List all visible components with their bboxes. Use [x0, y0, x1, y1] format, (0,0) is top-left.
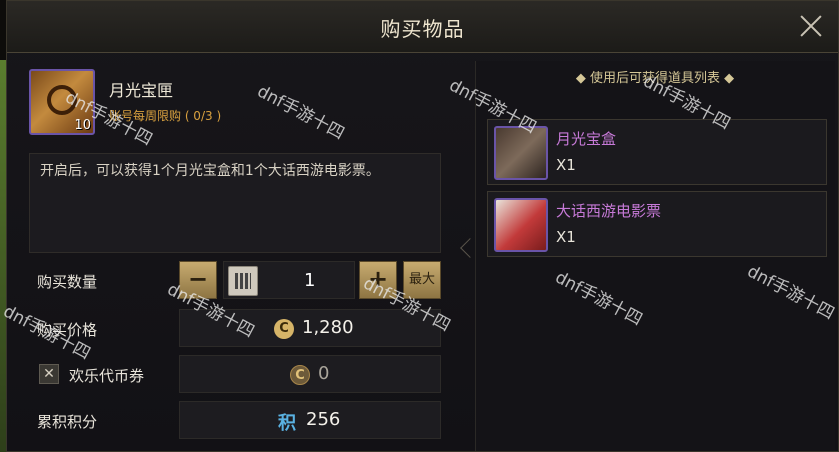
voucher-coin-icon: C — [290, 365, 310, 385]
increase-button[interactable]: + — [359, 261, 397, 299]
rewards-title: ◆ 使用后可获得道具列表 ◆ — [575, 71, 735, 86]
close-icon[interactable] — [798, 13, 824, 39]
voucher-row: ✕ 欢乐代币券 C 0 — [25, 355, 445, 393]
price-value: 1,280 — [302, 317, 354, 338]
movie-ticket-icon — [494, 198, 548, 252]
reward-qty: X1 — [556, 156, 576, 174]
points-label: 累积积分 — [37, 413, 98, 431]
dialog-title: 购买物品 — [380, 17, 465, 41]
points-value: 256 — [306, 409, 341, 430]
rewards-panel: ◆ 使用后可获得道具列表 ◆ 月光宝盒 X1 大话西游电影票 X1 — [475, 61, 835, 451]
voucher-checkbox[interactable]: ✕ — [39, 364, 59, 384]
points-icon: 积 — [278, 413, 296, 434]
quantity-input[interactable]: 1 — [223, 261, 355, 299]
voucher-value: 0 — [318, 363, 330, 384]
decrease-button[interactable]: − — [179, 261, 217, 299]
reward-qty: X1 — [556, 228, 576, 246]
coin-icon: C — [274, 319, 294, 339]
moonlight-box-icon: 10 — [29, 69, 95, 135]
item-count: 10 — [74, 118, 91, 133]
item-name: 月光宝匣 — [109, 81, 174, 100]
reward-item[interactable]: 大话西游电影票 X1 — [487, 191, 827, 257]
purchase-dialog: 购买物品 10 月光宝匣 账号每周限购 ( 0/3 ) 开启后，可以获得1个月光… — [6, 0, 839, 452]
reward-item[interactable]: 月光宝盒 X1 — [487, 119, 827, 185]
points-field: 积 256 — [179, 401, 441, 439]
item-panel: 10 月光宝匣 账号每周限购 ( 0/3 ) 开启后，可以获得1个月光宝盒和1个… — [25, 61, 445, 446]
price-row: 购买价格 C 1,280 — [25, 309, 445, 347]
quantity-controls: − 1 + 最大 — [179, 261, 441, 299]
max-button[interactable]: 最大 — [403, 261, 441, 299]
moonlight-treasure-box-icon — [494, 126, 548, 180]
quantity-row: 购买数量 − 1 + 最大 — [25, 261, 445, 299]
purchase-limit: 账号每周限购 ( 0/3 ) — [109, 109, 222, 123]
item-header: 10 月光宝匣 账号每周限购 ( 0/3 ) — [25, 61, 445, 141]
points-row: 累积积分 积 256 — [25, 401, 445, 439]
voucher-field: C 0 — [179, 355, 441, 393]
item-description: 开启后，可以获得1个月光宝盒和1个大话西游电影票。 — [29, 153, 441, 253]
quantity-value: 1 — [304, 270, 316, 291]
reward-name: 月光宝盒 — [556, 130, 617, 148]
calculator-icon[interactable] — [228, 266, 258, 296]
title-bar: 购买物品 — [7, 1, 838, 53]
quantity-label: 购买数量 — [37, 273, 98, 291]
description-text: 开启后，可以获得1个月光宝盒和1个大话西游电影票。 — [40, 163, 380, 179]
reward-name: 大话西游电影票 — [556, 202, 662, 220]
price-field: C 1,280 — [179, 309, 441, 347]
price-label: 购买价格 — [37, 321, 98, 339]
voucher-label: 欢乐代币券 — [69, 367, 145, 385]
